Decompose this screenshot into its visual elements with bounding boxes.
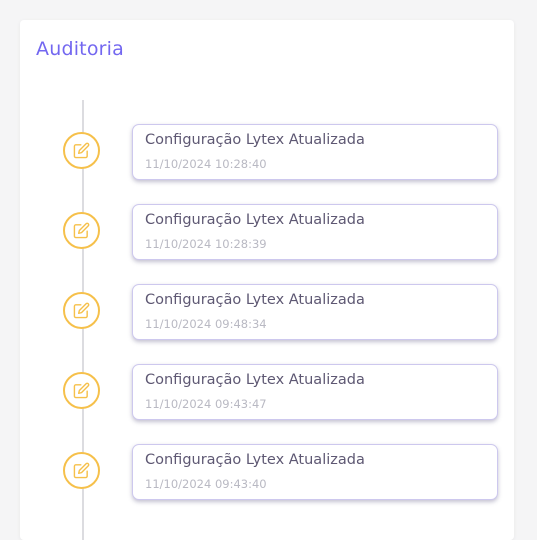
audit-entry-date: 11/10/2024 09:43:40 <box>145 477 267 491</box>
timeline-item: Configuração Lytex Atualizada 11/10/2024… <box>20 204 514 260</box>
audit-entry-card[interactable]: Configuração Lytex Atualizada 11/10/2024… <box>132 124 498 180</box>
audit-entry-card[interactable]: Configuração Lytex Atualizada 11/10/2024… <box>132 204 498 260</box>
edit-icon <box>63 292 100 329</box>
edit-icon <box>63 372 100 409</box>
edit-icon <box>63 132 100 169</box>
timeline-item: Configuração Lytex Atualizada 11/10/2024… <box>20 124 514 180</box>
audit-card: Auditoria Configuração Lytex Atualizada … <box>20 20 514 540</box>
audit-entry-date: 11/10/2024 10:28:39 <box>145 237 267 251</box>
audit-entry-card[interactable]: Configuração Lytex Atualizada 11/10/2024… <box>132 444 498 500</box>
audit-entry-title: Configuração Lytex Atualizada <box>145 292 365 308</box>
audit-entry-title: Configuração Lytex Atualizada <box>145 132 365 148</box>
card-title: Auditoria <box>36 38 124 60</box>
audit-entry-title: Configuração Lytex Atualizada <box>145 372 365 388</box>
audit-entry-card[interactable]: Configuração Lytex Atualizada 11/10/2024… <box>132 364 498 420</box>
timeline-item: Configuração Lytex Atualizada 11/10/2024… <box>20 284 514 340</box>
timeline-item: Configuração Lytex Atualizada 11/10/2024… <box>20 444 514 500</box>
edit-icon <box>63 452 100 489</box>
audit-entry-date: 11/10/2024 09:43:47 <box>145 397 267 411</box>
audit-entry-title: Configuração Lytex Atualizada <box>145 212 365 228</box>
audit-entry-card[interactable]: Configuração Lytex Atualizada 11/10/2024… <box>132 284 498 340</box>
audit-entry-title: Configuração Lytex Atualizada <box>145 452 365 468</box>
timeline-item: Configuração Lytex Atualizada 11/10/2024… <box>20 364 514 420</box>
audit-entry-date: 11/10/2024 09:48:34 <box>145 317 267 331</box>
audit-entry-date: 11/10/2024 10:28:40 <box>145 157 267 171</box>
edit-icon <box>63 212 100 249</box>
